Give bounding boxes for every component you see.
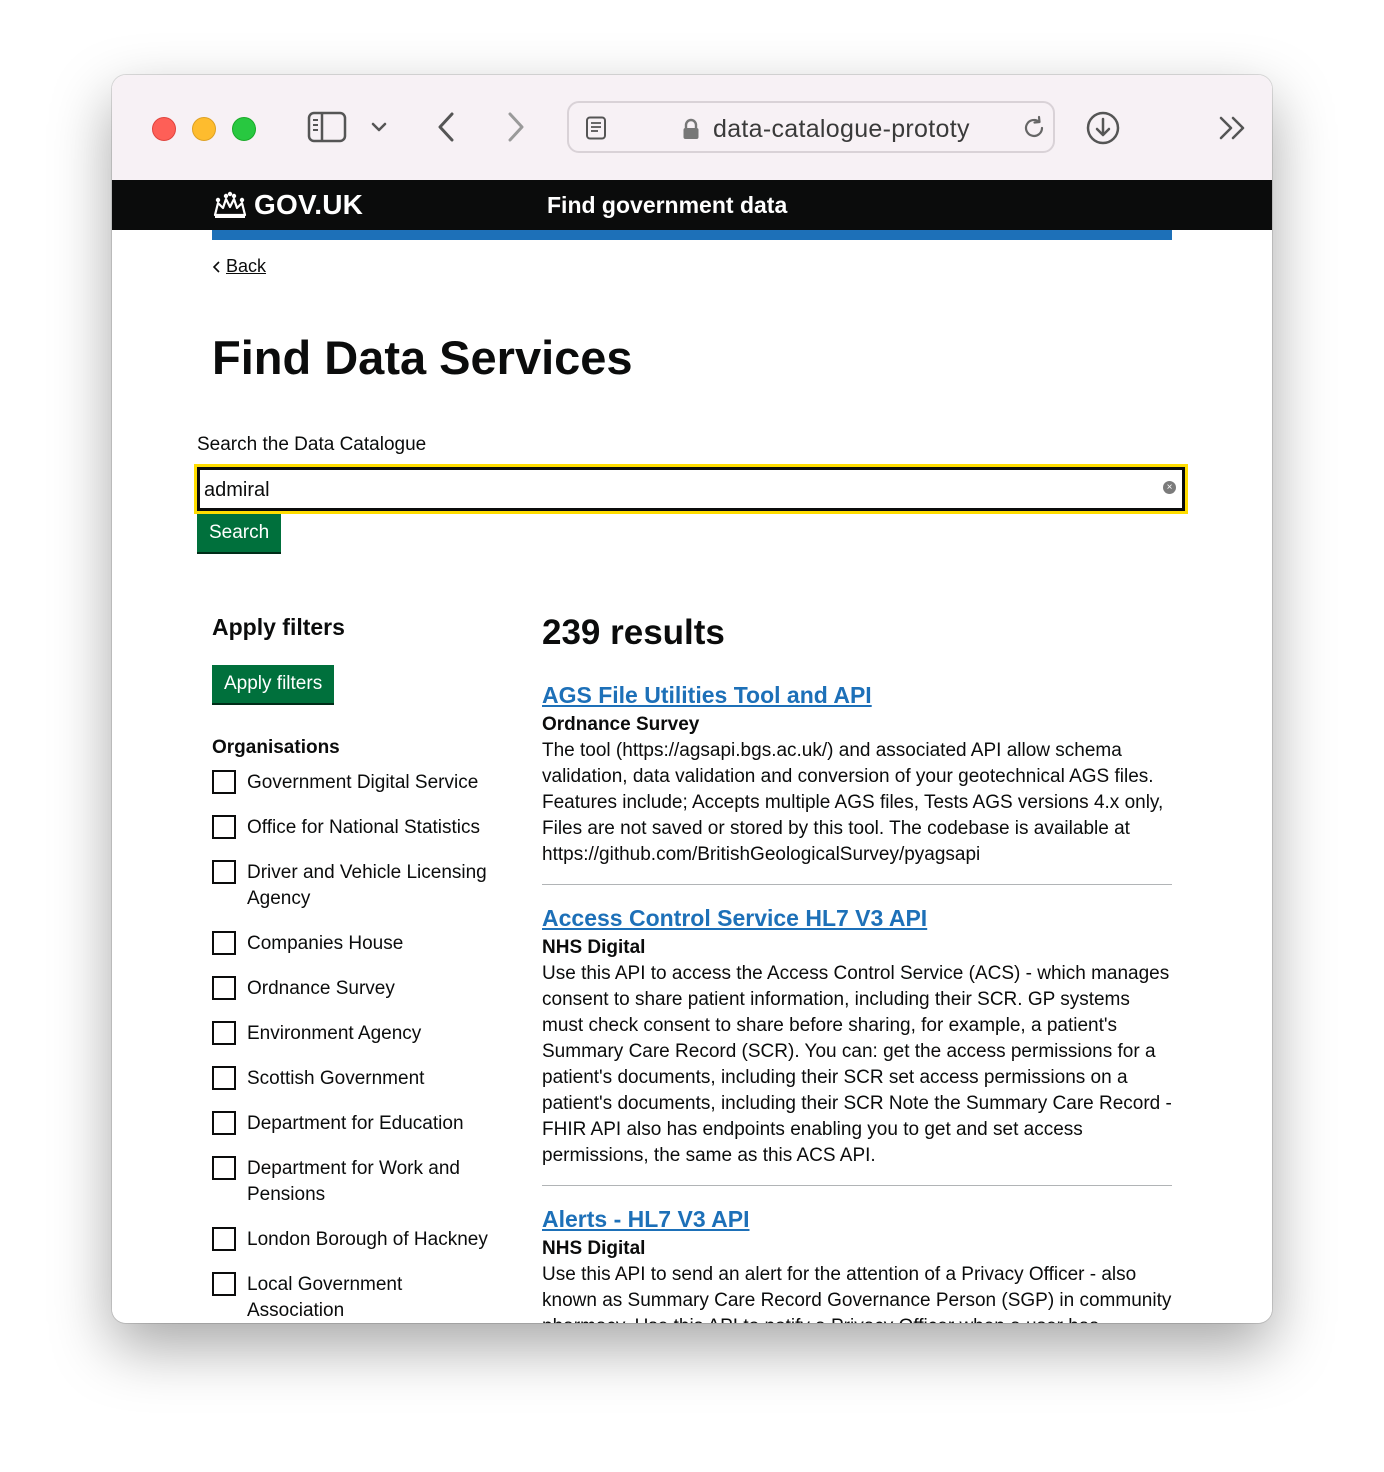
checkbox[interactable] [212, 815, 236, 839]
sidebar-toggle-icon[interactable] [307, 111, 347, 143]
org-checkbox-item[interactable]: Environment Agency [212, 1021, 502, 1047]
org-checkbox-label[interactable]: Government Digital Service [247, 770, 478, 796]
result-title-link[interactable]: AGS File Utilities Tool and API [542, 680, 1172, 710]
result-organisation: NHS Digital [542, 937, 646, 958]
close-window-button[interactable] [152, 117, 176, 141]
minimize-window-button[interactable] [192, 117, 216, 141]
web-page: GOV.UK Find government data Back Find Da… [112, 180, 1272, 1323]
lock-icon [683, 118, 699, 139]
result-title-link[interactable]: Alerts - HL7 V3 API [542, 1204, 1172, 1234]
back-link-label: Back [226, 256, 267, 276]
search-input[interactable]: admiral × [194, 464, 1188, 514]
org-checkbox-label[interactable]: Local Government Association [247, 1272, 502, 1323]
org-checkbox-label[interactable]: Ordnance Survey [247, 976, 395, 1002]
clear-search-icon[interactable]: × [1163, 481, 1176, 494]
search-input-value: admiral [204, 479, 270, 501]
reader-view-icon[interactable] [585, 116, 607, 140]
results-count: 239 results [542, 613, 725, 652]
crown-icon [213, 191, 247, 218]
more-tools-icon[interactable] [1218, 115, 1248, 141]
result-organisation: Ordnance Survey [542, 714, 700, 735]
checkbox[interactable] [212, 1021, 236, 1045]
organisations-heading: Organisations [212, 737, 340, 758]
back-link[interactable]: Back [212, 256, 266, 277]
checkbox[interactable] [212, 976, 236, 1000]
filters-title: Apply filters [212, 614, 345, 640]
org-checkbox-label[interactable]: Scottish Government [247, 1066, 424, 1092]
apply-filters-button[interactable]: Apply filters [212, 665, 335, 703]
result-item: Alerts - HL7 V3 API NHS Digital Use this… [542, 1204, 1172, 1323]
browser-toolbar: data-catalogue-prototy [112, 75, 1272, 181]
checkbox[interactable] [212, 1272, 236, 1296]
page-title: Find Data Services [212, 331, 633, 384]
checkbox[interactable] [212, 1111, 236, 1135]
org-checkbox-item[interactable]: Ordnance Survey [212, 976, 502, 1002]
org-checkbox-item[interactable]: Department for Education [212, 1111, 502, 1137]
org-checkbox-item[interactable]: London Borough of Hackney [212, 1227, 502, 1253]
org-checkbox-label[interactable]: Office for National Statistics [247, 815, 480, 841]
result-item: AGS File Utilities Tool and API Ordnance… [542, 680, 1172, 885]
service-name-link[interactable]: Find government data [547, 192, 787, 219]
results-list: AGS File Utilities Tool and API Ordnance… [542, 680, 1172, 1323]
org-checkbox-item[interactable]: Local Government Association [212, 1272, 502, 1323]
gov-header: GOV.UK Find government data [112, 180, 1272, 230]
org-checkbox-item[interactable]: Driver and Vehicle Licensing Agency [212, 860, 502, 912]
govuk-logo-text: GOV.UK [254, 189, 364, 220]
url-text: data-catalogue-prototy [713, 115, 970, 143]
org-checkbox-item[interactable]: Office for National Statistics [212, 815, 502, 841]
result-description: The tool (https://agsapi.bgs.ac.uk/) and… [542, 740, 1164, 865]
result-description: Use this API to access the Access Contro… [542, 963, 1172, 1166]
checkbox[interactable] [212, 1227, 236, 1251]
result-title-link[interactable]: Access Control Service HL7 V3 API [542, 903, 1172, 933]
downloads-icon[interactable] [1085, 110, 1121, 146]
checkbox[interactable] [212, 770, 236, 794]
org-checkbox-label[interactable]: Department for Work and Pensions [247, 1156, 502, 1208]
org-checkbox-label[interactable]: London Borough of Hackney [247, 1227, 488, 1253]
chevron-down-icon[interactable] [370, 120, 388, 134]
reload-icon[interactable] [1021, 115, 1047, 141]
address-bar[interactable]: data-catalogue-prototy [567, 101, 1055, 153]
search-label: Search the Data Catalogue [197, 434, 427, 455]
result-organisation: NHS Digital [542, 1238, 646, 1259]
org-checkbox-label[interactable]: Department for Education [247, 1111, 464, 1137]
result-description: Use this API to send an alert for the at… [542, 1264, 1172, 1323]
org-checkbox-item[interactable]: Companies House [212, 931, 502, 957]
checkbox[interactable] [212, 1066, 236, 1090]
forward-arrow-icon[interactable] [504, 110, 528, 144]
org-checkbox-label[interactable]: Companies House [247, 931, 403, 957]
search-button[interactable]: Search [197, 514, 282, 552]
org-checkbox-item[interactable]: Scottish Government [212, 1066, 502, 1092]
header-blue-bar [212, 230, 1172, 240]
checkbox[interactable] [212, 1156, 236, 1180]
org-checkbox-label[interactable]: Environment Agency [247, 1021, 421, 1047]
org-checkbox-label[interactable]: Driver and Vehicle Licensing Agency [247, 860, 502, 912]
chevron-left-icon [212, 260, 220, 273]
org-checkbox-item[interactable]: Department for Work and Pensions [212, 1156, 502, 1208]
govuk-logo-link[interactable]: GOV.UK [212, 189, 364, 220]
browser-window: data-catalogue-prototy GOV.UK Find gover… [112, 75, 1272, 1323]
org-checkbox-item[interactable]: Government Digital Service [212, 770, 502, 796]
organisation-filter-list: Government Digital Service Office for Na… [212, 770, 502, 1323]
checkbox[interactable] [212, 860, 236, 884]
result-item: Access Control Service HL7 V3 API NHS Di… [542, 903, 1172, 1186]
checkbox[interactable] [212, 931, 236, 955]
back-arrow-icon[interactable] [434, 110, 458, 144]
zoom-window-button[interactable] [232, 117, 256, 141]
